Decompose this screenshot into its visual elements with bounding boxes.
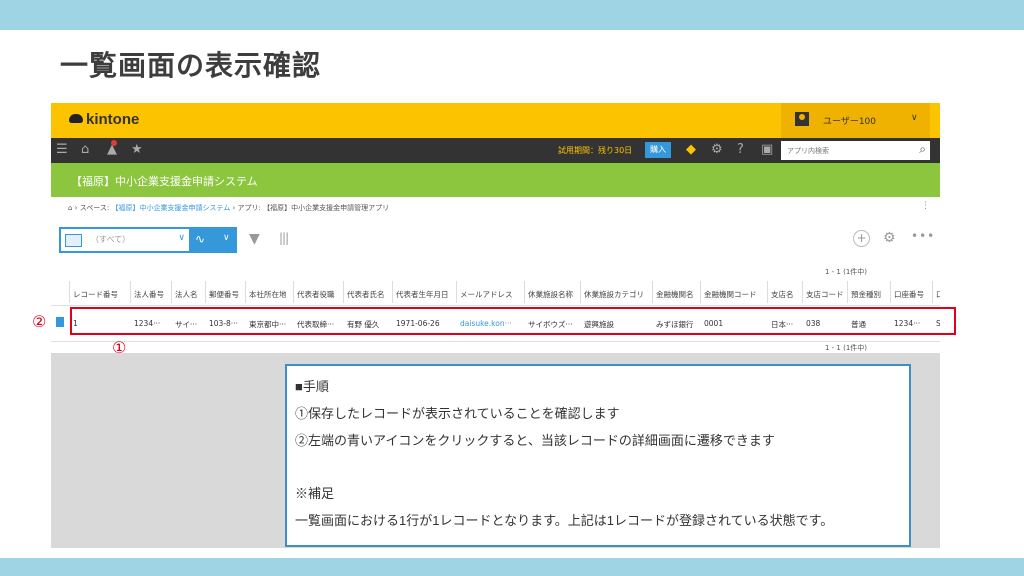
breadcrumb-text: ⌂ › スペース: 【福原】中小企業支援金申請システム › アプリ: 【福原】中… — [68, 203, 389, 213]
column-divider — [932, 281, 933, 303]
graph-selector[interactable]: ∿ ∨ — [189, 227, 237, 253]
search-icon[interactable]: ⌕ — [919, 142, 926, 157]
row-divider — [51, 305, 940, 306]
column-divider — [293, 281, 294, 303]
column-divider — [69, 281, 70, 303]
pager-bottom: 1 - 1 (1件中) — [825, 344, 868, 352]
slide-title: 一覧画面の表示確認 — [60, 49, 322, 82]
row-divider — [51, 341, 940, 342]
chevron-down-icon: ∨ — [178, 233, 185, 243]
column-divider — [700, 281, 701, 303]
column-divider — [343, 281, 344, 303]
user-name: ユーザー100 — [823, 117, 876, 127]
line-graph-icon: ∿ — [195, 232, 206, 246]
column-divider — [847, 281, 848, 303]
global-toolbar: ☰ ⌂ ▲ ★ 試用期間：残り30日 購入 ◆ ⚙ ? ▣ アプリ内検索 ⌕ — [51, 138, 940, 163]
trial-period-text: 試用期間：残り30日 — [558, 146, 633, 155]
app-title: 【福原】中小企業支援金申請システム — [71, 175, 258, 188]
column-divider — [130, 281, 131, 303]
instructions-box: ■手順 ①保存したレコードが表示されていることを確認します ②左端の青いアイコン… — [285, 364, 911, 547]
add-record-button[interactable]: + — [853, 230, 870, 247]
kintone-header: kintone ユーザー100 ∨ — [51, 103, 940, 138]
column-header[interactable]: 郵便番号 — [209, 289, 239, 300]
app-search-input[interactable]: アプリ内検索 — [787, 146, 829, 156]
bar-chart-icon[interactable]: ||| — [279, 231, 289, 245]
kintone-logo-icon — [69, 114, 83, 123]
home-icon[interactable]: ⌂ — [81, 142, 89, 158]
column-header[interactable]: 金融機関コード — [704, 289, 757, 300]
top-band — [0, 0, 1024, 30]
view-bar: （すべて） ∨ ∿ ∨ ▼ ||| + ⚙ ••• — [51, 219, 940, 257]
column-header[interactable]: 本社所在地 — [249, 289, 287, 300]
column-header[interactable]: 代表者生年月日 — [396, 289, 449, 300]
hamburger-menu-icon[interactable]: ☰ — [56, 142, 68, 158]
avatar-icon — [795, 112, 809, 126]
column-header[interactable]: 支店名 — [771, 289, 794, 300]
filter-icon[interactable]: ▼ — [249, 231, 260, 247]
breadcrumb-menu-icon[interactable]: ⋮ — [921, 201, 930, 211]
kintone-logo[interactable]: kintone — [69, 111, 139, 128]
note-step1: ①保存したレコードが表示されていることを確認します — [295, 406, 620, 421]
column-header[interactable]: 休業施設カテゴリ — [584, 289, 644, 300]
column-header[interactable]: 支店コード — [806, 289, 844, 300]
column-header[interactable]: レコード番号 — [73, 289, 118, 300]
column-divider — [524, 281, 525, 303]
column-divider — [171, 281, 172, 303]
column-header[interactable]: 代表者役職 — [297, 289, 335, 300]
highlight-box — [70, 307, 956, 335]
column-header[interactable]: 金融機関名 — [656, 289, 694, 300]
breadcrumb-app-prefix: アプリ: — [237, 204, 261, 212]
column-divider — [580, 281, 581, 303]
favorites-star-icon[interactable]: ★ — [131, 142, 143, 158]
view-selected-label: （すべて） — [91, 235, 131, 244]
announcement-icon[interactable]: ▣ — [761, 142, 773, 158]
note-heading: ■手順 — [295, 379, 329, 394]
column-header[interactable]: 預金種別 — [851, 289, 881, 300]
marker-two: ② — [32, 312, 47, 331]
more-options-icon[interactable]: ••• — [911, 229, 935, 243]
beginner-mark-icon[interactable]: ◆ — [686, 142, 696, 158]
help-icon[interactable]: ? — [737, 142, 744, 158]
record-detail-icon[interactable] — [56, 317, 64, 327]
column-header[interactable]: 法人番号 — [134, 289, 164, 300]
column-divider — [652, 281, 653, 303]
column-header[interactable]: 休業施設名称 — [528, 289, 573, 300]
column-header[interactable]: 口 — [936, 289, 940, 300]
app-search-box[interactable]: アプリ内検索 ⌕ — [781, 141, 930, 160]
column-divider — [767, 281, 768, 303]
column-divider — [245, 281, 246, 303]
settings-gear-icon[interactable]: ⚙ — [711, 142, 723, 158]
breadcrumb-home-icon[interactable]: ⌂ — [68, 204, 72, 212]
chevron-down-icon: ∨ — [911, 113, 918, 123]
view-selector[interactable]: （すべて） ∨ — [59, 227, 191, 253]
column-divider — [205, 281, 206, 303]
user-menu[interactable]: ユーザー100 ∨ — [781, 103, 930, 138]
app-settings-gear-icon[interactable]: ⚙ — [883, 230, 896, 246]
breadcrumb-app-link[interactable]: 【福原】中小企業支援金申請管理アプリ — [263, 204, 389, 212]
column-divider — [802, 281, 803, 303]
chevron-down-icon: ∨ — [223, 233, 230, 243]
column-divider — [392, 281, 393, 303]
column-header[interactable]: 法人名 — [175, 289, 198, 300]
note-supplement-heading: ※補足 — [295, 486, 335, 501]
note-step2: ②左端の青いアイコンをクリックすると、当該レコードの詳細画面に遷移できます — [295, 433, 775, 448]
kintone-logo-text: kintone — [86, 111, 140, 128]
column-divider — [456, 281, 457, 303]
pager-top: 1 - 1 (1件中) — [825, 268, 868, 276]
table-view-icon — [65, 234, 82, 247]
column-header[interactable]: メールアドレス — [460, 289, 513, 300]
record-list-table: 1 - 1 (1件中) レコード番号 法人番号 法人名 郵便番号 本社所在地 代表者役職 代… — [51, 257, 940, 353]
marker-one: ① — [112, 338, 127, 357]
column-header[interactable]: 口座番号 — [894, 289, 924, 300]
column-header[interactable]: 代表者氏名 — [347, 289, 385, 300]
column-divider — [890, 281, 891, 303]
app-title-band: 【福原】中小企業支援金申請システム — [51, 163, 940, 197]
note-supplement: 一覧画面における1行が1レコードとなります。上記は1レコードが登録されている状態… — [295, 513, 834, 528]
notification-badge — [111, 140, 117, 146]
breadcrumb-space-prefix: スペース: — [79, 204, 110, 212]
breadcrumb: ⌂ › スペース: 【福原】中小企業支援金申請システム › アプリ: 【福原】中… — [51, 197, 940, 219]
breadcrumb-space-link[interactable]: 【福原】中小企業支援金申請システム — [111, 204, 230, 212]
bottom-band — [0, 558, 1024, 576]
buy-button[interactable]: 購入 — [645, 142, 671, 158]
